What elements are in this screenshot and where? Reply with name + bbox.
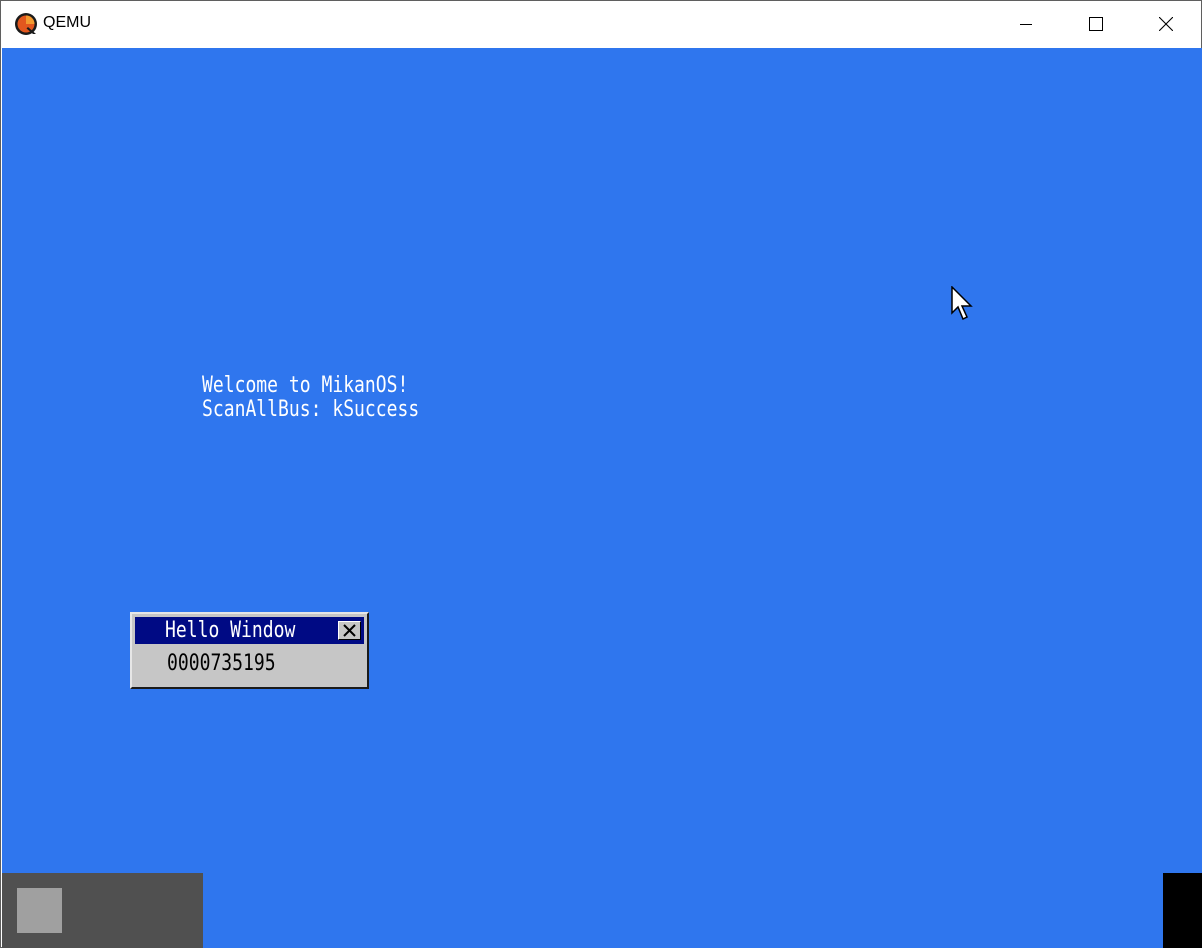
minimize-icon: [1020, 24, 1032, 25]
hello-window-close-button[interactable]: [338, 621, 361, 640]
console-scan-line: ScanAllBus: kSuccess: [202, 397, 420, 422]
console-welcome-line: Welcome to MikanOS!: [202, 373, 409, 398]
screen-corner-block: [1163, 873, 1202, 948]
close-icon: [343, 624, 356, 637]
maximize-icon: [1089, 17, 1103, 31]
hello-window[interactable]: Hello Window 0000735195: [130, 612, 369, 689]
close-icon: [1159, 17, 1173, 31]
mouse-pointer-icon: [951, 286, 973, 321]
hello-window-counter: 0000735195: [167, 651, 276, 676]
qemu-logo-icon: [15, 13, 37, 35]
window-title: QEMU: [43, 14, 91, 31]
hello-window-title: Hello Window: [165, 618, 296, 643]
qemu-window: QEMU Welcome to MikanOS! ScanAllBus: kSu…: [0, 0, 1202, 948]
hello-window-titlebar[interactable]: Hello Window: [135, 617, 364, 644]
maximize-button[interactable]: [1061, 1, 1131, 47]
taskbar: [2, 873, 203, 948]
window-titlebar[interactable]: QEMU: [1, 1, 1201, 47]
minimize-button[interactable]: [991, 1, 1061, 47]
close-button[interactable]: [1131, 1, 1201, 47]
guest-screen[interactable]: Welcome to MikanOS! ScanAllBus: kSuccess…: [2, 48, 1202, 948]
start-button[interactable]: [17, 888, 62, 933]
